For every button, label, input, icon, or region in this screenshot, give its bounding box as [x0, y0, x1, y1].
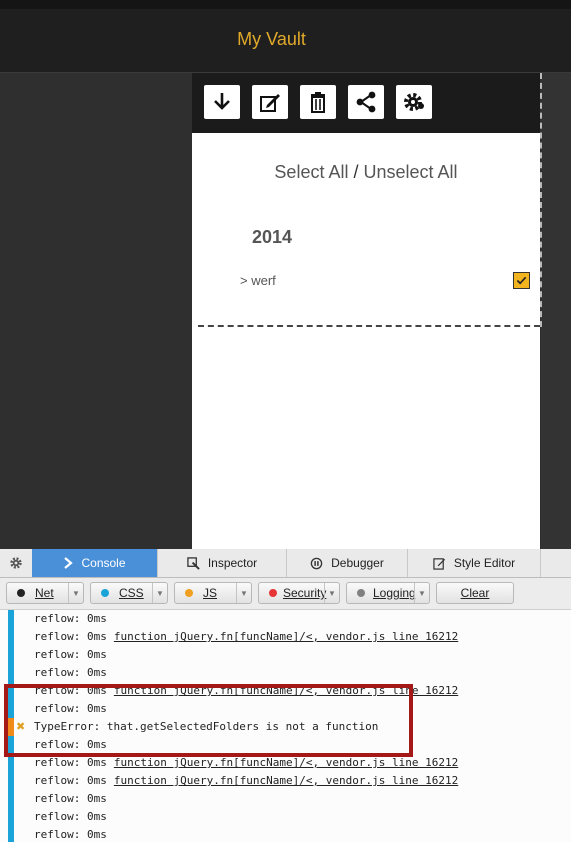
download-button[interactable]: [204, 85, 240, 119]
year-heading: 2014: [252, 227, 293, 247]
filter-js-button[interactable]: JS ▼: [174, 582, 252, 604]
top-strip: [0, 0, 571, 9]
log-row: reflow: 0ms function jQuery.fn[funcName]/…: [0, 628, 571, 646]
chevron-down-icon[interactable]: ▼: [414, 583, 429, 603]
app-header: My Vault: [0, 9, 571, 73]
filter-css-button[interactable]: CSS ▼: [90, 582, 168, 604]
source-link[interactable]: function jQuery.fn[funcName]/<, vendor.j…: [114, 630, 458, 643]
unselect-all-link[interactable]: Unselect All: [364, 162, 458, 182]
log-row: reflow: 0ms: [0, 664, 571, 682]
tab-inspector-label: Inspector: [207, 556, 258, 570]
tab-inspector[interactable]: Inspector: [158, 549, 287, 577]
tab-style-editor-label: Style Editor: [453, 556, 516, 570]
share-button[interactable]: [348, 85, 384, 119]
vault-app: My Vault Select All / Unselect All 2014 …: [0, 0, 571, 549]
settings-button[interactable]: [396, 85, 432, 119]
log-row: reflow: 0ms: [0, 610, 571, 628]
log-row: reflow: 0ms: [0, 826, 571, 842]
chevron-down-icon[interactable]: ▼: [324, 583, 339, 603]
log-row: reflow: 0ms: [0, 646, 571, 664]
log-message: reflow: 0ms: [34, 810, 107, 823]
folder-item[interactable]: > werf: [240, 273, 276, 288]
chevron-down-icon[interactable]: ▼: [68, 583, 83, 603]
filter-logging-button[interactable]: Logging ▼: [346, 582, 430, 604]
error-highlight-box: [4, 684, 413, 757]
style-editor-icon: [433, 557, 446, 570]
left-pane: [0, 73, 192, 549]
console-chevron-icon: [63, 557, 74, 569]
log-message: reflow: 0ms: [34, 630, 107, 643]
filter-css-label: CSS: [119, 586, 144, 600]
log-marker: [8, 610, 14, 628]
log-row: reflow: 0ms: [0, 808, 571, 826]
log-marker: [8, 772, 14, 790]
page-title: My Vault: [237, 29, 306, 49]
filter-security-label: Security: [283, 586, 327, 600]
clear-button-label: Clear: [460, 586, 490, 600]
inspector-icon: [187, 556, 200, 570]
selection-separator: /: [353, 162, 359, 182]
chevron-down-icon[interactable]: ▼: [236, 583, 251, 603]
trash-icon: [311, 92, 325, 113]
log-marker: [8, 646, 14, 664]
filter-js-label: JS: [203, 586, 218, 600]
log-message: reflow: 0ms: [34, 612, 107, 625]
gear-icon: [10, 557, 22, 569]
devtools-tabbar: Console Inspector Debugger Style Editor: [0, 549, 571, 578]
log-message: reflow: 0ms: [34, 828, 107, 841]
tab-console[interactable]: Console: [32, 549, 158, 577]
folder-checkbox[interactable]: [513, 272, 530, 289]
log-marker: [8, 808, 14, 826]
edit-button[interactable]: [252, 85, 288, 119]
selection-controls: Select All / Unselect All: [192, 162, 540, 183]
log-message: reflow: 0ms: [34, 666, 107, 679]
debugger-icon: [310, 557, 323, 570]
security-dot: [269, 589, 277, 597]
log-marker: [8, 664, 14, 682]
log-marker: [8, 826, 14, 842]
logging-dot: [357, 589, 365, 597]
filter-net-button[interactable]: Net ▼: [6, 582, 84, 604]
edit-icon: [260, 94, 280, 112]
tab-console-label: Console: [81, 556, 126, 570]
log-message: reflow: 0ms: [34, 756, 107, 769]
source-link[interactable]: function jQuery.fn[funcName]/<, vendor.j…: [114, 756, 458, 769]
checkmark-icon: [516, 276, 527, 285]
download-icon: [214, 93, 230, 110]
tab-style-editor[interactable]: Style Editor: [408, 549, 541, 577]
dashed-divider-horizontal: [198, 325, 540, 327]
net-dot: [17, 589, 25, 597]
select-all-link[interactable]: Select All: [274, 162, 348, 182]
vault-toolbar: [192, 73, 540, 133]
devtools-options-button[interactable]: [0, 549, 32, 577]
settings-icon: [404, 93, 424, 111]
log-row: reflow: 0ms function jQuery.fn[funcName]/…: [0, 772, 571, 790]
filter-security-button[interactable]: Security ▼: [258, 582, 340, 604]
log-message: reflow: 0ms: [34, 774, 107, 787]
chevron-down-icon[interactable]: ▼: [152, 583, 167, 603]
log-message: reflow: 0ms: [34, 792, 107, 805]
js-dot: [185, 589, 193, 597]
tab-debugger-label: Debugger: [331, 556, 384, 570]
log-marker: [8, 628, 14, 646]
dashed-divider-vertical: [540, 73, 542, 327]
log-message: reflow: 0ms: [34, 648, 107, 661]
log-marker: [8, 790, 14, 808]
tab-debugger[interactable]: Debugger: [287, 549, 408, 577]
clear-button[interactable]: Clear: [436, 582, 514, 604]
delete-button[interactable]: [300, 85, 336, 119]
right-strip: [541, 73, 571, 549]
filter-logging-label: Logging: [373, 586, 416, 600]
log-row: reflow: 0ms: [0, 790, 571, 808]
share-icon: [356, 91, 376, 113]
css-dot: [101, 589, 109, 597]
source-link[interactable]: function jQuery.fn[funcName]/<, vendor.j…: [114, 774, 458, 787]
filter-net-label: Net: [35, 586, 54, 600]
console-filter-bar: Net ▼ CSS ▼ JS ▼ Security ▼ Logging ▼ Cl…: [0, 578, 571, 610]
vault-panel: Select All / Unselect All 2014 > werf: [192, 133, 540, 549]
